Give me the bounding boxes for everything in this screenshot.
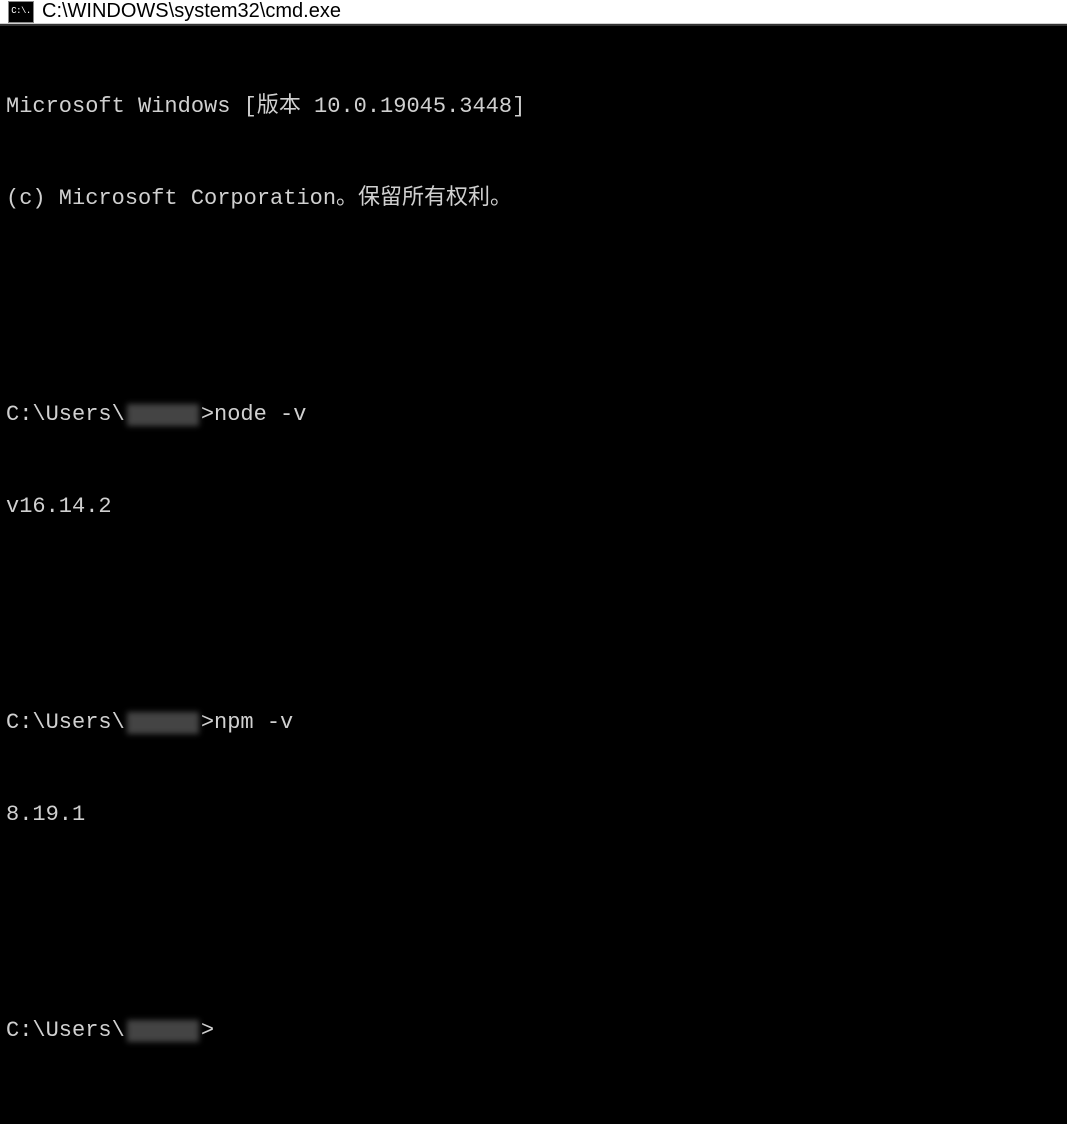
prompt-suffix: > <box>201 1016 214 1047</box>
prompt-prefix: C:\Users\ <box>6 708 125 739</box>
output-1: v16.14.2 <box>6 492 1061 523</box>
terminal-area[interactable]: Microsoft Windows [版本 10.0.19045.3448] (… <box>0 24 1067 1124</box>
blank-line <box>6 892 1061 923</box>
prompt-line-1: C:\Users\ >node -v <box>6 400 1061 431</box>
header-line-1: Microsoft Windows [版本 10.0.19045.3448] <box>6 92 1061 123</box>
prompt-line-2: C:\Users\ >npm -v <box>6 708 1061 739</box>
prompt-prefix: C:\Users\ <box>6 400 125 431</box>
cmd-icon: C:\. <box>8 1 34 23</box>
command-1: node -v <box>214 400 306 431</box>
redacted-username <box>127 404 199 426</box>
cmd-icon-text: C:\. <box>11 7 31 16</box>
titlebar[interactable]: C:\. C:\WINDOWS\system32\cmd.exe <box>0 0 1067 24</box>
header-line-2: (c) Microsoft Corporation。保留所有权利。 <box>6 184 1061 215</box>
prompt-suffix: > <box>201 400 214 431</box>
redacted-username <box>127 712 199 734</box>
prompt-suffix: > <box>201 708 214 739</box>
window-title: C:\WINDOWS\system32\cmd.exe <box>42 0 341 23</box>
blank-line <box>6 276 1061 307</box>
output-2: 8.19.1 <box>6 800 1061 831</box>
prompt-line-3: C:\Users\ > <box>6 1016 1061 1047</box>
cmd-window: C:\. C:\WINDOWS\system32\cmd.exe Microso… <box>0 0 1067 562</box>
prompt-prefix: C:\Users\ <box>6 1016 125 1047</box>
command-2: npm -v <box>214 708 293 739</box>
blank-line <box>6 584 1061 615</box>
redacted-username <box>127 1020 199 1042</box>
